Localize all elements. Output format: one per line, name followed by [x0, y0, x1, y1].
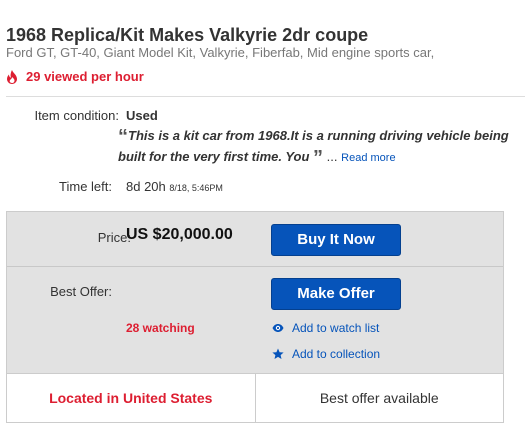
item-location: Located in United States: [49, 390, 213, 406]
add-to-collection-link[interactable]: Add to collection: [272, 347, 380, 361]
read-more-link[interactable]: Read more: [341, 152, 395, 164]
price-value: US $20,000.00: [126, 226, 233, 243]
time-left-value: 8d 20h 8/18, 5:46PM: [126, 179, 223, 194]
add-to-watch-list-link[interactable]: Add to watch list: [272, 321, 379, 335]
shipping-summary-bar: Located in United States Best offer avai…: [7, 373, 503, 422]
listing-title: 1968 Replica/Kit Makes Valkyrie 2dr coup…: [6, 25, 369, 45]
flame-icon: [6, 70, 18, 84]
item-description-quote: “This is a kit car from 1968.It is a run…: [118, 126, 518, 168]
divider: [6, 96, 525, 97]
watch-list-label[interactable]: Add to watch list: [292, 321, 379, 335]
ellipsis: ...: [326, 149, 338, 164]
item-condition-value: Used: [126, 108, 158, 123]
end-time: 8/18, 5:46PM: [169, 183, 223, 193]
time-remaining: 8d 20h: [126, 179, 166, 194]
watching-count: 28 watching: [126, 321, 195, 335]
panel-separator: [7, 266, 503, 267]
item-condition-label: Item condition:: [34, 108, 119, 123]
star-icon: [272, 348, 284, 360]
views-text: 29 viewed per hour: [26, 69, 144, 84]
eye-icon: [272, 322, 284, 334]
time-left-label: Time left:: [59, 179, 112, 194]
views-indicator: 29 viewed per hour: [6, 68, 144, 86]
make-offer-button[interactable]: Make Offer: [271, 278, 401, 310]
best-offer-label: Best Offer:: [50, 284, 112, 299]
open-quote-mark: “: [118, 126, 128, 148]
collection-label[interactable]: Add to collection: [292, 347, 380, 361]
best-offer-available: Best offer available: [254, 374, 504, 422]
close-quote-mark: ”: [313, 147, 324, 169]
listing-subtitle: Ford GT, GT-40, Giant Model Kit, Valkyri…: [6, 45, 435, 60]
buy-it-now-button[interactable]: Buy It Now: [271, 224, 401, 256]
